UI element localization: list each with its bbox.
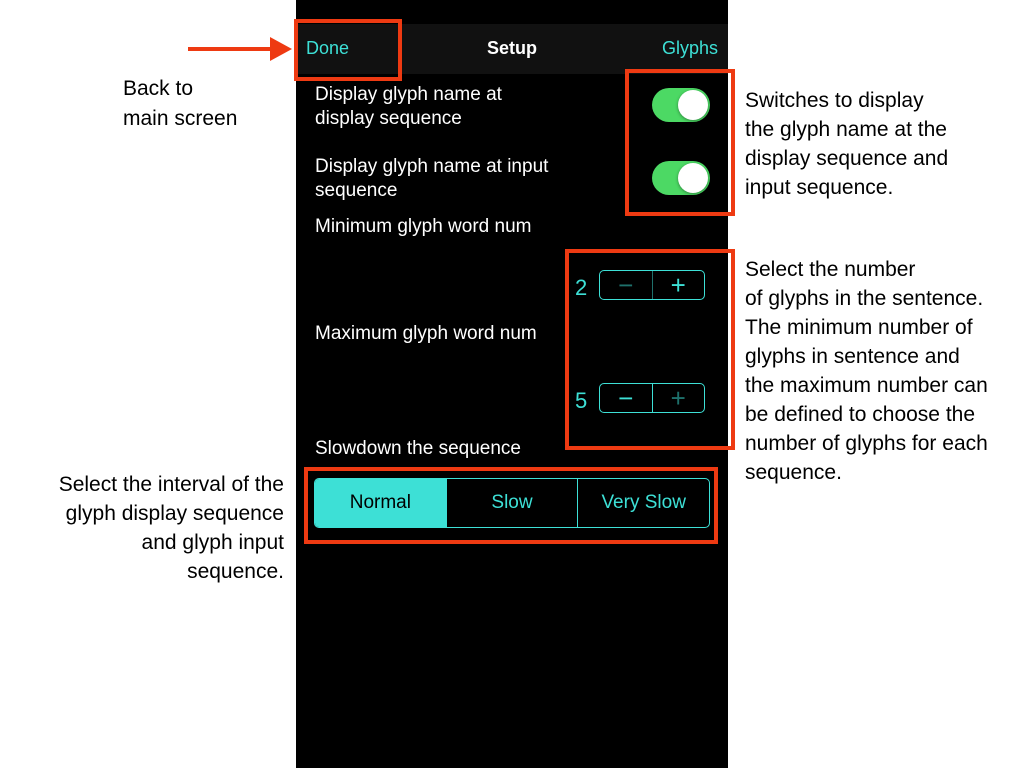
switches-callout-box <box>625 69 735 216</box>
glyphs-button[interactable]: Glyphs <box>662 38 718 59</box>
switches-annotation: Switches to display the glyph name at th… <box>745 89 949 199</box>
slowdown-label: Slowdown the sequence <box>315 438 521 459</box>
done-callout-box <box>294 19 402 81</box>
interval-annotation: Select the interval of the glyph display… <box>58 473 284 583</box>
stepper-callout-box <box>565 249 735 450</box>
segmented-callout-box <box>304 467 718 544</box>
min-word-num-label: Minimum glyph word num <box>315 216 532 237</box>
number-annotation: Select the number of glyphs in the sente… <box>745 258 988 484</box>
input-glyph-name-label: Display glyph name at input sequence <box>315 156 549 201</box>
back-annotation: Back to main screen <box>123 77 238 130</box>
arrow-line <box>188 47 272 51</box>
max-word-num-label: Maximum glyph word num <box>315 323 537 344</box>
arrow-right-icon <box>270 37 292 61</box>
display-glyph-name-label: Display glyph name at display sequence <box>315 84 502 129</box>
